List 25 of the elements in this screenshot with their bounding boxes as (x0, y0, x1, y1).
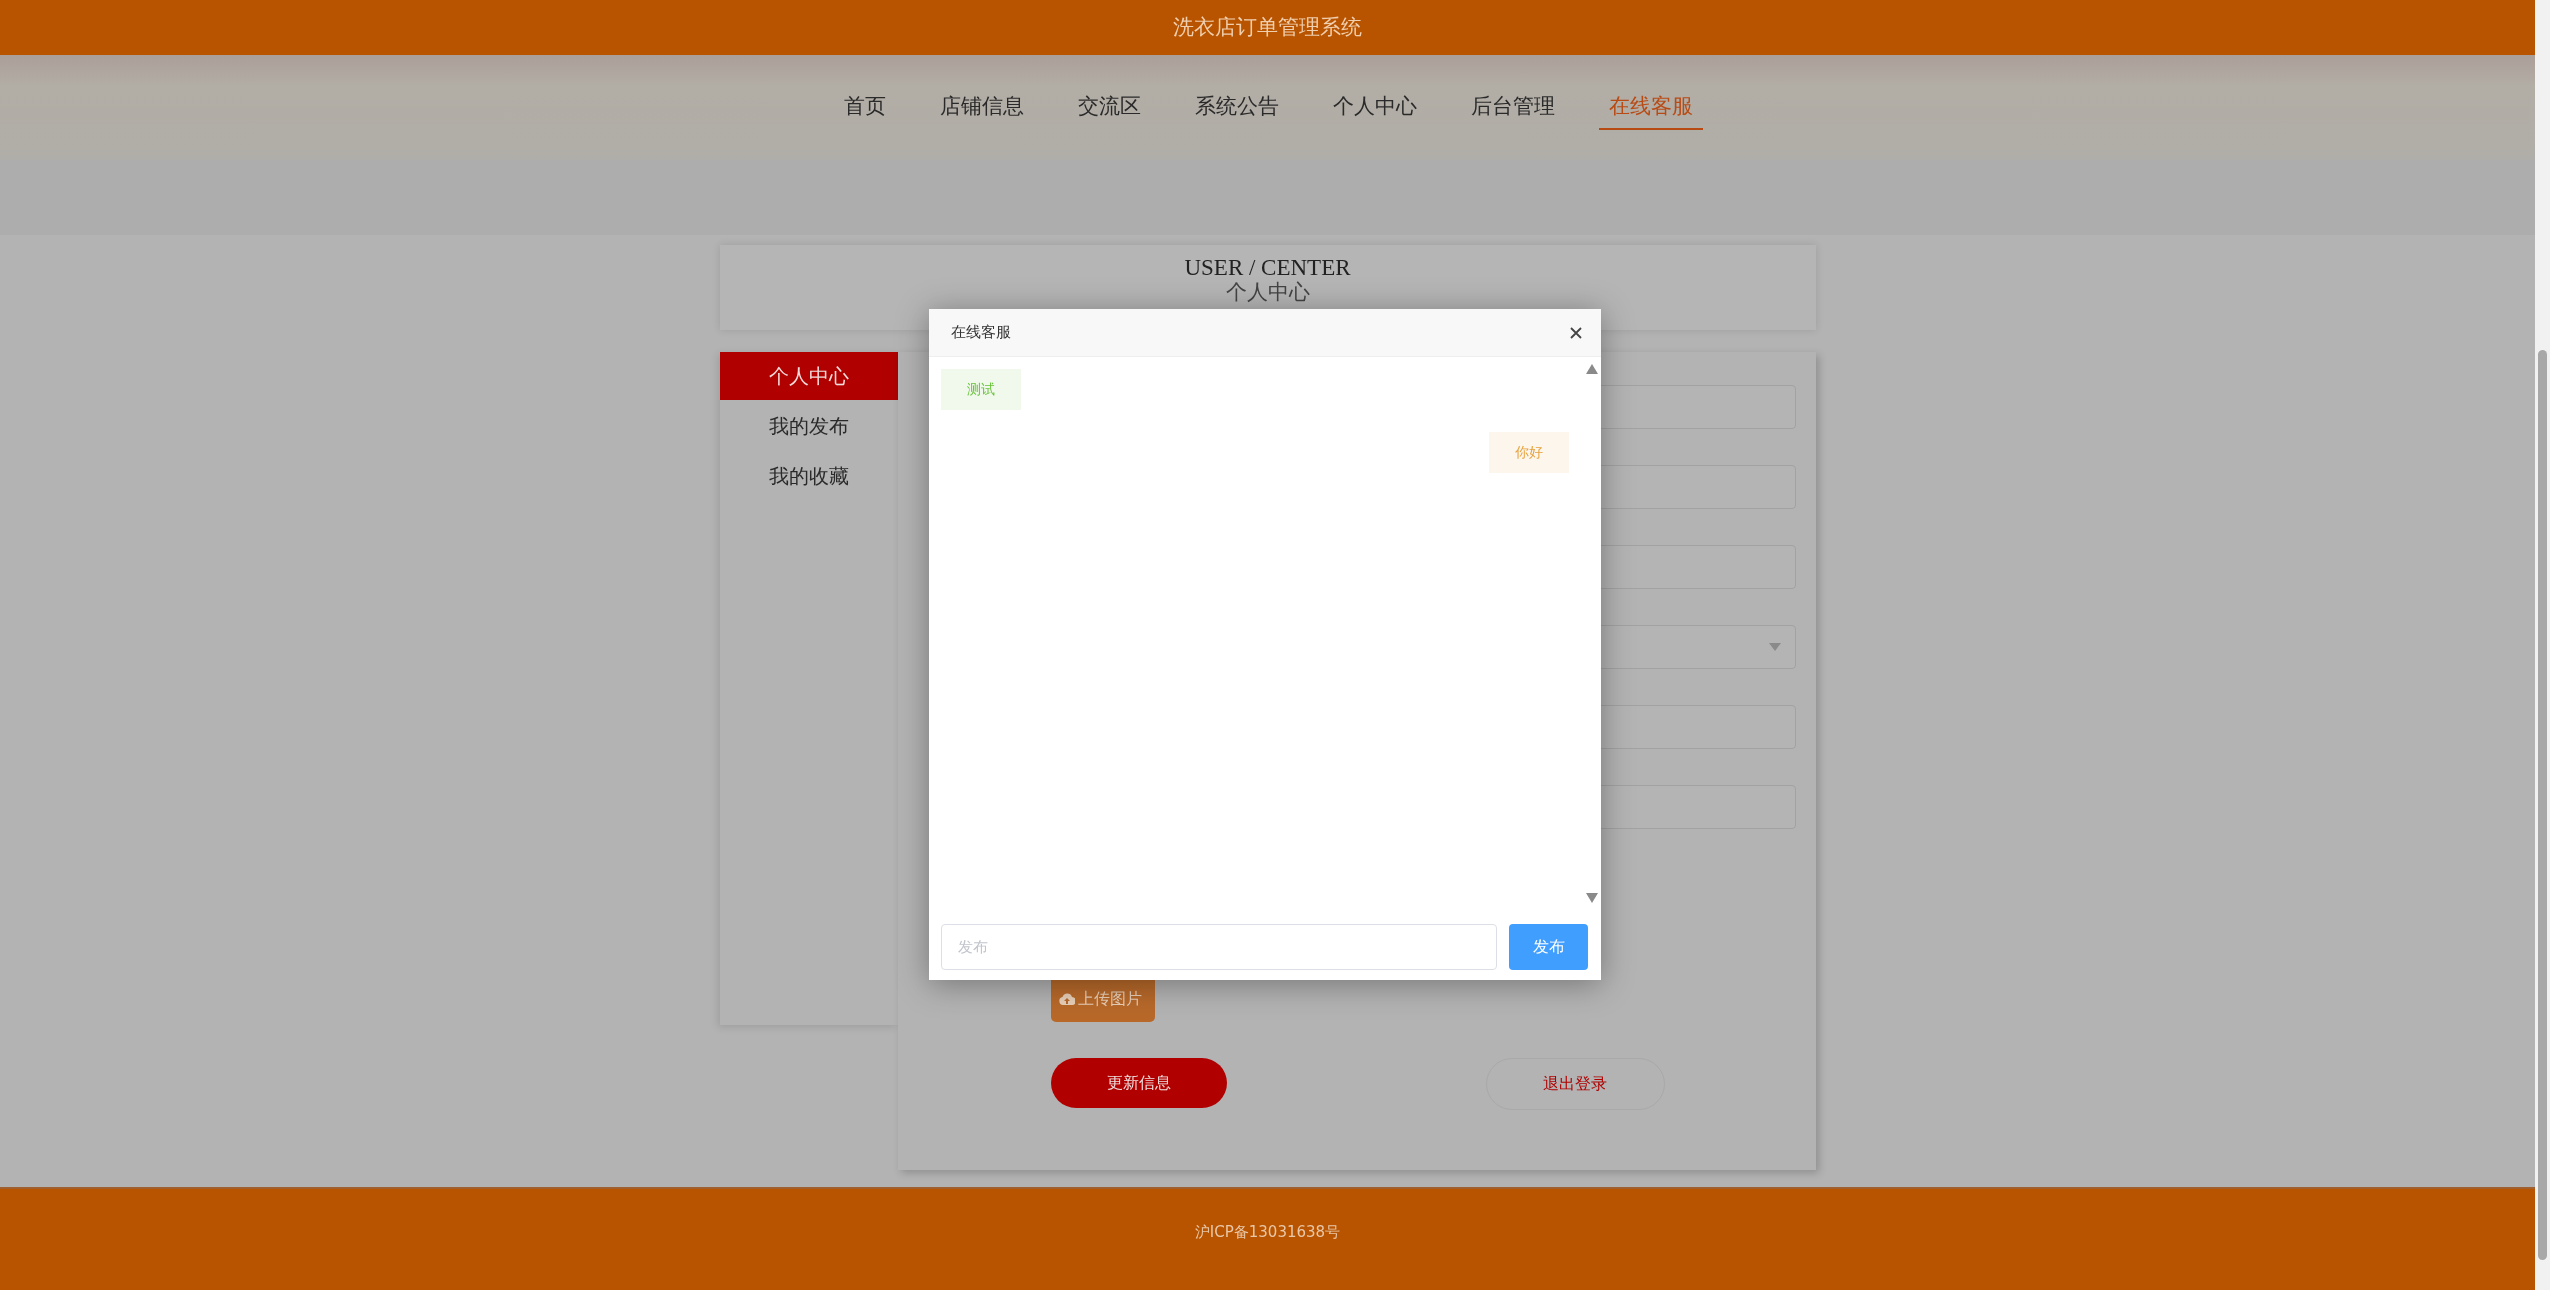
side-menu-item[interactable]: 个人中心 (719, 352, 898, 400)
nav-link[interactable]: 后台管理 (1461, 84, 1565, 131)
nav-link[interactable]: 个人中心 (1323, 84, 1427, 131)
scroll-down-icon[interactable] (1585, 892, 1599, 904)
banner-title: USER / CENTER (1184, 255, 1351, 281)
message-input[interactable]: 发布 (941, 924, 1497, 970)
banner-subtitle: 个人中心 (1225, 280, 1310, 306)
scrollbar[interactable] (2535, 0, 2550, 1290)
logout-button[interactable]: 退出登录 (1485, 1058, 1665, 1110)
nav-link[interactable]: 交流区 (1068, 84, 1151, 131)
update-button[interactable]: 更新信息 (1050, 1058, 1227, 1108)
scrollbar-thumb[interactable] (2538, 350, 2547, 1260)
chat-message: 测试 (941, 369, 1021, 410)
caret-icon (1768, 643, 1781, 651)
side-menu-item[interactable]: 我的收藏 (719, 452, 898, 500)
chat-message: 你好 (1489, 432, 1569, 473)
scroll-up-icon[interactable] (1585, 363, 1599, 375)
side-menu-item[interactable]: 我的发布 (719, 402, 898, 450)
site-title: 洗衣店订单管理系统 (1173, 13, 1362, 41)
nav-link[interactable]: 店铺信息 (930, 84, 1034, 131)
nav-link[interactable]: 首页 (834, 84, 896, 131)
icp-text: 沪ICP备13031638号 (1194, 1222, 1341, 1243)
nav-link[interactable]: 系统公告 (1185, 84, 1289, 131)
dialog-title: 在线客服 (951, 322, 1011, 344)
cloud-upload-icon (1058, 992, 1075, 1005)
